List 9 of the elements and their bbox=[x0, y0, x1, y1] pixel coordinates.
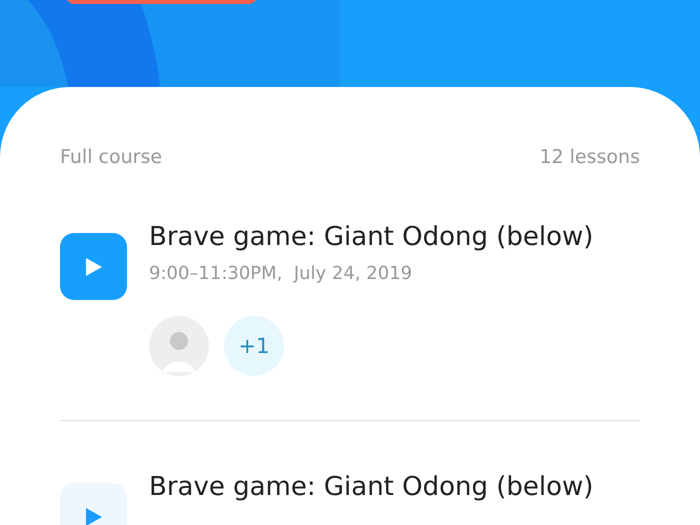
full-course-label: Full course bbox=[60, 145, 162, 170]
lesson-time: 9:00–11:30PM, July 24, 2019 bbox=[149, 262, 414, 286]
play-icon bbox=[84, 506, 104, 525]
lesson-title: Brave game: Giant Odong (below) bbox=[149, 221, 594, 254]
play-button[interactable] bbox=[60, 233, 127, 300]
lesson-title: Brave game: Giant Odong (below) bbox=[149, 471, 594, 504]
extra-participants-count: +1 bbox=[224, 316, 284, 376]
play-icon bbox=[84, 256, 104, 278]
lesson-count: 12 lessons bbox=[539, 145, 640, 170]
